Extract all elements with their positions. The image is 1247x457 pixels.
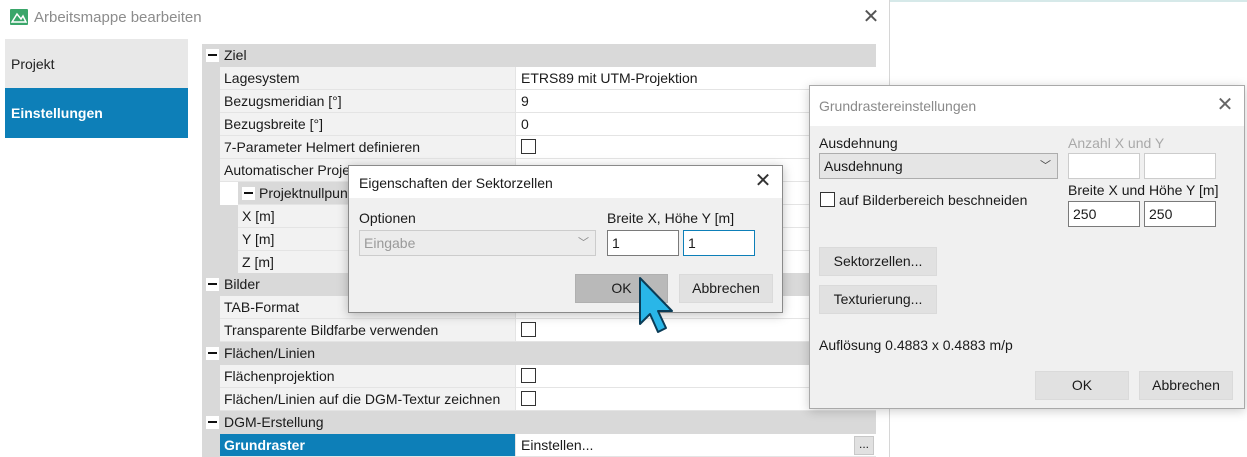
helmert-checkbox[interactable] [521, 139, 536, 154]
flaechen-dgm-checkbox[interactable] [521, 391, 536, 406]
property-label: Bezugsmeridian [°] [220, 90, 516, 113]
row-gutter [220, 251, 238, 274]
dialog-body: Optionen Eingabe ﹀ Breite X, Höhe Y [m] … [349, 198, 782, 312]
grundraster-dialog: Grundrastereinstellungen ✕ Ausdehnung Au… [809, 85, 1245, 409]
dialog-title: Grundrastereinstellungen [819, 98, 977, 114]
row-gutter [202, 434, 220, 457]
dialog-titlebar: Grundrastereinstellungen ✕ [810, 86, 1244, 126]
cancel-button[interactable]: Abbrechen [1139, 371, 1233, 400]
category-dgm[interactable]: DGM-Erstellung [202, 411, 876, 434]
collapse-icon[interactable] [206, 49, 219, 62]
crop-checkbox[interactable] [820, 192, 835, 207]
background-strip [890, 0, 1247, 2]
property-row-lagesystem[interactable]: Lagesystem ETRS89 mit UTM-Projektion [202, 67, 876, 90]
sektorzellen-dialog: Eigenschaften der Sektorzellen ✕ Optione… [348, 165, 783, 313]
row-gutter [202, 136, 220, 159]
property-label: Flächenprojektion [220, 365, 516, 388]
collapse-icon[interactable] [206, 278, 219, 291]
property-label: Transparente Bildfarbe verwenden [220, 319, 516, 342]
close-icon[interactable]: ✕ [1214, 95, 1236, 117]
main-titlebar: Arbeitsmappe bearbeiten ✕ [0, 0, 890, 36]
crop-label: auf Bilderbereich beschneiden [839, 192, 1028, 208]
options-label: Optionen [359, 210, 416, 226]
height-input[interactable]: 250 [1144, 201, 1216, 227]
property-label: Lagesystem [220, 67, 516, 90]
row-gutter [202, 182, 220, 205]
category-label: DGM-Erstellung [224, 414, 324, 430]
anzahl-label: Anzahl X und Y [1068, 135, 1165, 151]
row-gutter [202, 228, 220, 251]
property-label: Grundraster [220, 434, 516, 457]
category-label: Bilder [224, 276, 260, 292]
window-title: Arbeitsmappe bearbeiten [34, 9, 202, 26]
row-gutter [202, 251, 220, 274]
sektorzellen-button[interactable]: Sektorzellen... [819, 247, 937, 276]
property-label: 7-Parameter Helmert definieren [220, 136, 516, 159]
height-input[interactable]: 1 [683, 230, 755, 256]
property-value[interactable]: Einstellen... [516, 434, 876, 457]
row-gutter [202, 67, 220, 90]
close-icon[interactable]: ✕ [752, 171, 774, 193]
property-row-helmert[interactable]: 7-Parameter Helmert definieren [202, 136, 876, 159]
chevron-down-icon: ﹀ [1040, 160, 1051, 172]
row-gutter [220, 228, 238, 251]
property-row-grundraster[interactable]: Grundraster Einstellen... ... [202, 434, 876, 457]
ok-button[interactable]: OK [1035, 371, 1129, 400]
collapse-icon[interactable] [206, 416, 219, 429]
ausdehnung-value: Ausdehnung [824, 158, 903, 174]
row-gutter [202, 159, 220, 182]
property-row-transparent[interactable]: Transparente Bildfarbe verwenden [202, 319, 876, 342]
subcategory-text: Projektnullpunkt [259, 185, 359, 201]
property-row-flaechenprojektion[interactable]: Flächenprojektion [202, 365, 876, 388]
property-label: Flächen/Linien auf die DGM-Textur zeichn… [220, 388, 516, 411]
row-gutter [202, 365, 220, 388]
nav-item-projekt[interactable]: Projekt [5, 39, 188, 89]
row-gutter [202, 113, 220, 136]
row-gutter [202, 319, 220, 342]
category-flaechen[interactable]: Flächen/Linien [202, 342, 876, 365]
texturierung-button[interactable]: Texturierung... [819, 285, 937, 314]
collapse-icon[interactable] [242, 187, 255, 200]
ellipsis-button[interactable]: ... [854, 436, 874, 455]
property-row-bezugsmeridian[interactable]: Bezugsmeridian [°] 9 [202, 90, 876, 113]
property-row-flaechen-dgm[interactable]: Flächen/Linien auf die DGM-Textur zeichn… [202, 388, 876, 411]
dialog-title: Eigenschaften der Sektorzellen [359, 175, 553, 191]
row-gutter [202, 90, 220, 113]
width-input[interactable]: 250 [1068, 201, 1140, 227]
category-ziel[interactable]: Ziel [202, 44, 876, 67]
aufloesung-text: Auflösung 0.4883 x 0.4883 m/p [819, 337, 1013, 353]
category-label: Ziel [224, 47, 247, 63]
property-row-bezugsbreite[interactable]: Bezugsbreite [°] 0 [202, 113, 876, 136]
row-gutter [202, 205, 220, 228]
row-gutter [202, 296, 220, 319]
category-label: Flächen/Linien [224, 345, 316, 361]
row-gutter [202, 388, 220, 411]
size-label: Breite X und Höhe Y [m] [1068, 182, 1219, 198]
collapse-icon[interactable] [206, 347, 219, 360]
width-input[interactable]: 1 [607, 230, 679, 256]
mouse-cursor-icon [639, 277, 673, 333]
nav-item-einstellungen[interactable]: Einstellungen [5, 88, 188, 138]
anzahl-y-input[interactable] [1144, 153, 1216, 179]
anzahl-x-input[interactable] [1068, 153, 1140, 179]
flaechenprojektion-checkbox[interactable] [521, 368, 536, 383]
cancel-button[interactable]: Abbrechen [679, 274, 773, 303]
ausdehnung-label: Ausdehnung [819, 135, 898, 151]
app-logo-icon [10, 9, 28, 25]
options-value: Eingabe [364, 235, 416, 251]
property-label: Bezugsbreite [°] [220, 113, 516, 136]
size-label: Breite X, Höhe Y [m] [607, 210, 735, 226]
options-dropdown[interactable]: Eingabe ﹀ [359, 230, 596, 256]
transparent-checkbox[interactable] [521, 322, 536, 337]
close-icon[interactable]: ✕ [860, 7, 882, 29]
ausdehnung-dropdown[interactable]: Ausdehnung ﹀ [819, 153, 1058, 179]
row-gutter [220, 205, 238, 228]
chevron-down-icon: ﹀ [578, 237, 589, 249]
